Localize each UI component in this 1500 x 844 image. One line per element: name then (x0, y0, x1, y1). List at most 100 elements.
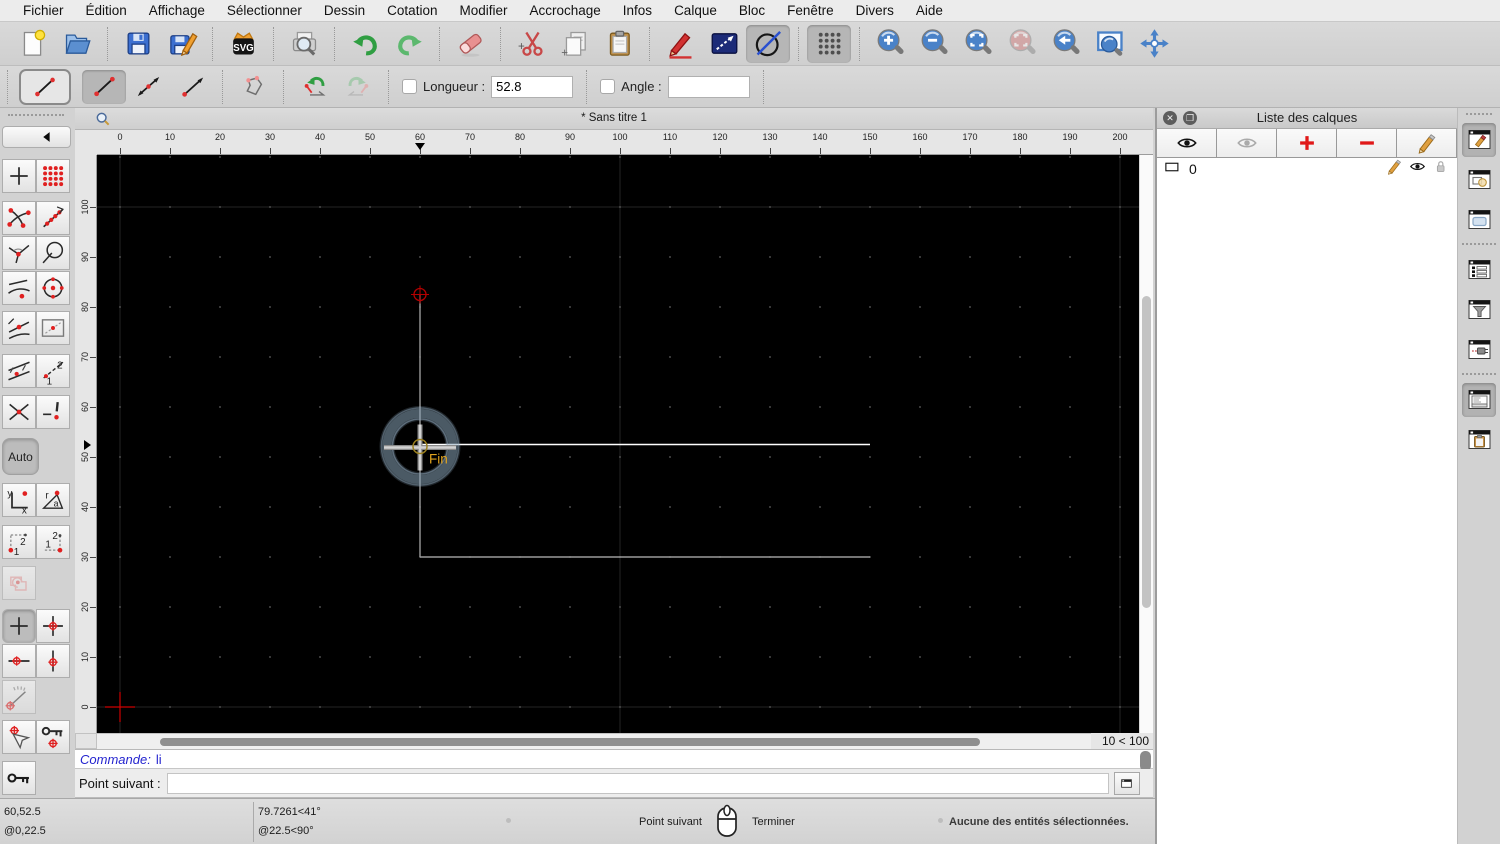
menu-cotation[interactable]: Cotation (376, 3, 448, 18)
pen-button[interactable] (658, 25, 702, 63)
vertical-scrollbar[interactable] (1139, 155, 1153, 733)
rel-point-b-button[interactable]: 12 (36, 525, 70, 559)
draw-mode-button[interactable] (746, 24, 790, 63)
snap-distance-button[interactable] (36, 236, 70, 270)
prompt-input[interactable] (166, 772, 1109, 794)
copy-button[interactable]: + (553, 25, 597, 63)
restrict-nothing-button[interactable] (2, 609, 36, 643)
drawing-canvas[interactable]: Fin (97, 155, 1139, 733)
menu-divers[interactable]: Divers (845, 3, 905, 18)
snap-intersection-manual-button[interactable] (36, 395, 70, 429)
menu-affichage[interactable]: Affichage (138, 3, 216, 18)
restrict-orthogonal-button[interactable] (36, 609, 70, 643)
zoom-selected-button[interactable] (1000, 25, 1044, 63)
delete-button[interactable] (448, 25, 492, 63)
menu-fenetre[interactable]: Fenêtre (776, 3, 845, 18)
save-as-button[interactable] (160, 25, 204, 63)
menu-aide[interactable]: Aide (905, 3, 954, 18)
dock-entity-list-button[interactable] (1462, 253, 1496, 287)
menu-selectionner[interactable]: Sélectionner (216, 3, 313, 18)
open-file-button[interactable] (55, 25, 99, 63)
layer-lock-icon[interactable] (1432, 158, 1449, 180)
angle-input[interactable] (667, 75, 750, 98)
undo-button[interactable] (343, 25, 387, 63)
snap-tangent-button[interactable] (2, 271, 36, 305)
snap-free-button[interactable] (2, 159, 36, 193)
command-line[interactable]: Commande: li (75, 749, 1153, 769)
zoom-in-button[interactable] (868, 25, 912, 63)
rel-point-a-button[interactable]: 12 (2, 525, 36, 559)
snap-center-button[interactable] (36, 271, 70, 305)
menu-modifier[interactable]: Modifier (448, 3, 518, 18)
coords-cartesian-button[interactable]: yx (2, 483, 36, 517)
dock-clipboard-button[interactable] (1462, 423, 1496, 457)
export-svg-button[interactable]: SVG (221, 25, 265, 63)
paste-button[interactable] (597, 25, 641, 63)
snap-middle-button[interactable] (2, 311, 36, 345)
new-file-button[interactable] (11, 25, 55, 63)
restrict-parallel-button[interactable] (2, 354, 36, 388)
selection-tool-button[interactable] (2, 566, 36, 600)
hide-all-layers-button[interactable] (1217, 129, 1277, 157)
snap-endpoint-button[interactable] (2, 201, 36, 235)
dock-plugin-button[interactable] (1462, 333, 1496, 367)
line-two-points-button[interactable] (82, 69, 126, 104)
dock-library-browser-button[interactable] (1462, 203, 1496, 237)
zoom-window-button[interactable] (1088, 25, 1132, 63)
dock-filter-button[interactable] (1462, 293, 1496, 327)
zoom-auto-button[interactable] (956, 25, 1000, 63)
undo-sequence-button[interactable] (292, 70, 336, 104)
snap-perpendicular-button[interactable] (2, 236, 36, 270)
line-angle-button[interactable] (126, 70, 170, 104)
redo-button[interactable] (387, 25, 431, 63)
set-relative-zero-button[interactable] (2, 720, 36, 754)
show-all-layers-button[interactable] (1157, 129, 1217, 157)
menu-fichier[interactable]: Fichier (12, 3, 75, 18)
dock-block-list-button[interactable] (1462, 163, 1496, 197)
line-ray-button[interactable] (170, 70, 214, 104)
save-button[interactable] (116, 25, 160, 63)
angle-checkbox[interactable] (600, 79, 616, 94)
snap-auto-button[interactable]: Auto (2, 438, 39, 475)
attributes-button[interactable] (702, 25, 746, 63)
menu-back-button[interactable] (2, 126, 71, 148)
polyline-button[interactable] (231, 70, 275, 104)
edit-layer-button[interactable] (1397, 129, 1457, 157)
snap-on-entity-button[interactable] (36, 201, 70, 235)
command-scrollbar-thumb[interactable] (1140, 751, 1151, 771)
length-input[interactable] (491, 75, 574, 98)
angle-meter-button[interactable] (2, 680, 36, 714)
snap-divide-button[interactable]: 12 (36, 354, 70, 388)
zoom-previous-button[interactable] (1044, 25, 1088, 63)
cut-button[interactable]: + (509, 25, 553, 63)
redo-sequence-button[interactable] (336, 70, 380, 104)
menu-bloc[interactable]: Bloc (728, 3, 776, 18)
toggle-command-widget-button[interactable] (1113, 771, 1140, 795)
edit-layer-icon[interactable] (1386, 158, 1403, 180)
snap-reference-button[interactable] (36, 311, 70, 345)
length-checkbox[interactable] (402, 79, 417, 94)
menu-dessin[interactable]: Dessin (313, 3, 376, 18)
close-icon[interactable]: ✕ (1163, 111, 1177, 125)
snap-grid-button[interactable] (36, 159, 70, 193)
snap-intersection-button[interactable] (2, 395, 36, 429)
remove-layer-button[interactable] (1337, 129, 1397, 157)
menu-calque[interactable]: Calque (663, 3, 728, 18)
restrict-vertical-button[interactable] (36, 644, 70, 678)
horizontal-scrollbar-thumb[interactable] (160, 738, 980, 746)
restrict-horizontal-button[interactable] (2, 644, 36, 678)
layer-visible-icon[interactable] (1409, 158, 1426, 180)
undock-icon[interactable]: ❐ (1183, 111, 1197, 125)
coords-polar-button[interactable]: ra (36, 483, 70, 517)
add-layer-button[interactable] (1277, 129, 1337, 157)
menu-accrochage[interactable]: Accrochage (518, 3, 611, 18)
lock-relative-zero-button[interactable] (36, 720, 70, 754)
menu-infos[interactable]: Infos (612, 3, 663, 18)
layer-row[interactable]: 0 (1157, 158, 1457, 180)
drawing-view[interactable]: Fin (97, 155, 1139, 733)
grid-toggle-button[interactable] (807, 24, 851, 63)
dock-layer-list-button[interactable] (1462, 123, 1496, 157)
lock-button[interactable] (2, 761, 36, 795)
vertical-scrollbar-thumb[interactable] (1142, 296, 1151, 608)
zoom-out-button[interactable] (912, 25, 956, 63)
